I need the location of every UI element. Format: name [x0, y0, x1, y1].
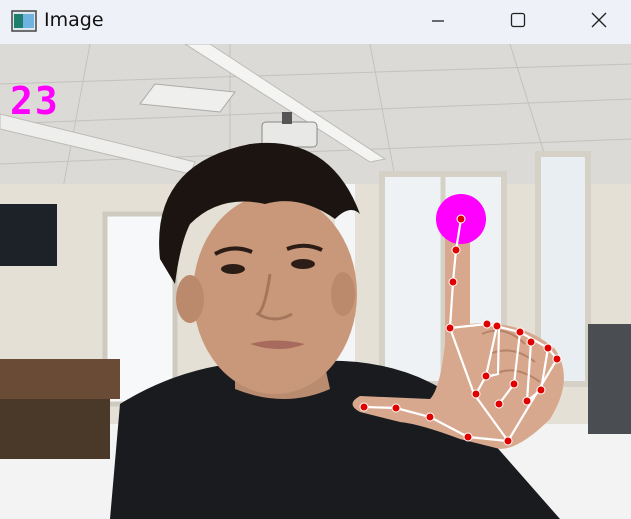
close-button[interactable] — [572, 0, 626, 44]
maximize-button[interactable] — [491, 0, 545, 44]
hand-landmark-overlay — [359, 194, 562, 446]
image-viewer-icon — [11, 10, 37, 32]
minimize-icon — [431, 13, 445, 32]
fps-counter: 23 — [10, 79, 60, 123]
hand-landmark-points — [359, 214, 562, 446]
minimize-button[interactable] — [411, 0, 465, 44]
maximize-icon — [510, 12, 526, 32]
camera-frame: 23 — [0, 44, 631, 519]
close-icon — [591, 12, 607, 32]
window-title: Image — [44, 9, 104, 31]
title-bar[interactable]: Image — [0, 0, 631, 44]
image-window: Image 23 — [0, 0, 631, 519]
